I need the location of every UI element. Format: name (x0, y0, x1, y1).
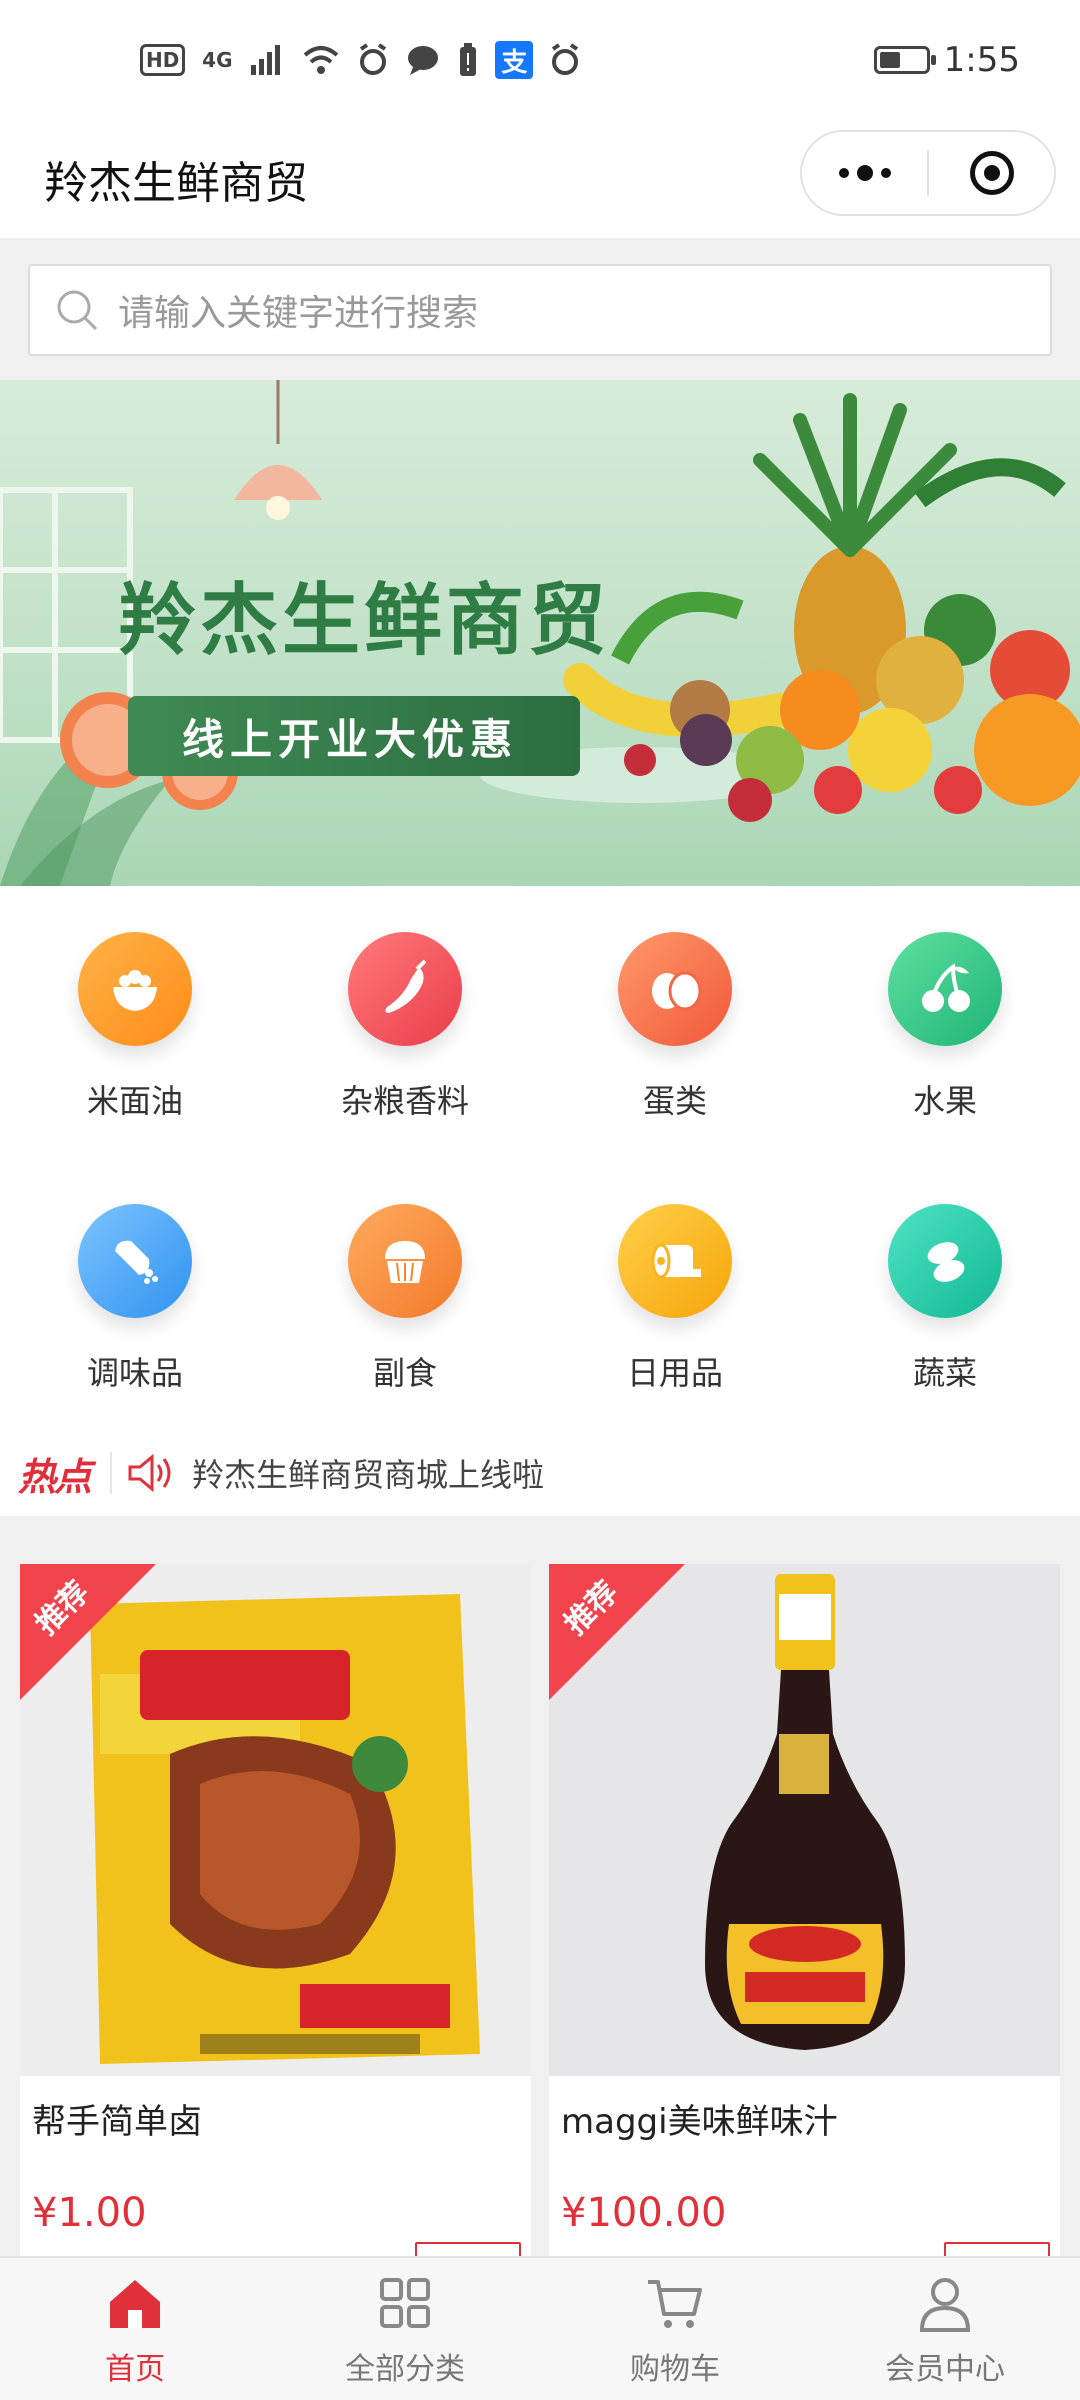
banner-title: 羚杰生鲜商贸 (118, 575, 611, 666)
wifi-icon (304, 46, 339, 74)
hot-notice-text: 羚杰生鲜商贸商城上线啦 (192, 1456, 545, 1494)
more-dots-icon (838, 165, 891, 181)
search-placeholder: 请输入关键字进行搜索 (118, 293, 479, 334)
product-card[interactable]: 推荐 帮手简单卤 ¥1.00 购买 (20, 1564, 531, 2256)
status-right: 1:55 (873, 40, 1020, 80)
product-card[interactable]: 推荐 maggi美味鲜味汁 ¥100.00 购买 (549, 1564, 1060, 2256)
category-icon-circle (888, 1204, 1002, 1318)
tab-label: 购物车 (630, 2352, 720, 2387)
home-icon (110, 2280, 160, 2328)
nav-bar: 羚杰生鲜商贸 (0, 120, 1080, 238)
battery-icon (873, 46, 936, 74)
tab-bar: 首页 全部分类 购物车 会员中心 (0, 2256, 1080, 2400)
tab-home[interactable]: 首页 (0, 2258, 270, 2400)
page-title: 羚杰生鲜商贸 (44, 158, 308, 209)
user-icon (919, 2278, 971, 2332)
app-screen: HD 4G 支 1:55 羚杰生鲜商贸 请输入关键字进行搜索 羚杰生鲜商贸 线上… (0, 0, 1080, 2400)
more-button[interactable] (802, 132, 927, 214)
status-icons: HD 4G 支 (140, 40, 581, 80)
recommend-ribbon (549, 1564, 685, 1700)
category-label: 日用品 (626, 1354, 723, 1392)
hd-icon: HD (140, 44, 186, 76)
product-image: 推荐 (20, 1564, 531, 2076)
buy-button[interactable]: 购买 (415, 2242, 521, 2256)
tab-label: 全部分类 (345, 2352, 465, 2387)
category-label: 米面油 (86, 1082, 183, 1120)
category-icon-circle (618, 1204, 732, 1318)
category-label: 调味品 (86, 1354, 183, 1392)
search-section: 请输入关键字进行搜索 (0, 238, 1080, 380)
category-icon-circle (78, 932, 192, 1046)
category-item[interactable]: 水果 (810, 886, 1080, 1158)
speaker-icon (128, 1453, 171, 1493)
cart-icon (648, 2280, 702, 2328)
search-icon (57, 290, 98, 331)
category-label: 蔬菜 (912, 1354, 977, 1392)
message-icon (408, 46, 439, 75)
product-name: 帮手简单卤 (32, 2102, 202, 2142)
close-miniprogram-button[interactable] (929, 132, 1054, 214)
buy-button[interactable]: 购买 (944, 2242, 1050, 2256)
battery-level (879, 52, 900, 68)
muffin-icon (385, 1241, 425, 1283)
recommend-ribbon (20, 1564, 156, 1700)
category-item[interactable]: 米面油 (0, 886, 270, 1158)
category-item[interactable]: 杂粮香料 (270, 886, 540, 1158)
status-bar: HD 4G 支 1:55 (0, 0, 1080, 120)
category-icon-circle (618, 932, 732, 1046)
miniprogram-capsule (800, 130, 1056, 216)
tab-label: 会员中心 (885, 2352, 1005, 2387)
tab-member-center[interactable]: 会员中心 (810, 2258, 1080, 2400)
tissue-roll-icon (651, 1243, 701, 1279)
battery-alert-icon (460, 43, 477, 76)
category-icon-circle (78, 1204, 192, 1318)
product-name: maggi美味鲜味汁 (561, 2102, 838, 2142)
target-icon (969, 151, 1014, 195)
network-4g-icon: 4G (201, 40, 233, 80)
category-item[interactable]: 调味品 (0, 1158, 270, 1430)
product-list: 推荐 帮手简单卤 ¥1.00 购买 推荐 m (0, 1516, 1080, 2256)
egg-icon (652, 971, 702, 1011)
promo-banner[interactable]: 羚杰生鲜商贸 线上开业大优惠 (0, 380, 1080, 886)
tab-all-categories[interactable]: 全部分类 (270, 2258, 540, 2400)
alipay-icon: 支 (495, 41, 534, 79)
hot-tag: 热点 (18, 1454, 92, 1499)
network-label: 4G (202, 48, 233, 72)
chili-icon (385, 959, 427, 1013)
signal-icon (251, 45, 281, 75)
category-icon-circle (348, 932, 462, 1046)
rice-bowl-icon (113, 970, 157, 1011)
seasoning-icon (115, 1240, 158, 1284)
alarm-icon (552, 43, 579, 75)
product-price: ¥100.00 (561, 2190, 727, 2236)
category-item[interactable]: 蔬菜 (810, 1158, 1080, 1430)
cherry-icon (922, 963, 970, 1012)
product-price: ¥1.00 (32, 2190, 147, 2236)
category-label: 杂粮香料 (340, 1082, 469, 1120)
peanut-icon (927, 1242, 965, 1282)
alarm-icon (360, 43, 387, 75)
clock: 1:55 (943, 40, 1020, 80)
banner-subtitle: 线上开业大优惠 (182, 714, 519, 764)
category-label: 蛋类 (642, 1082, 707, 1120)
search-input[interactable]: 请输入关键字进行搜索 (28, 264, 1052, 356)
category-item[interactable]: 日用品 (540, 1158, 810, 1430)
category-label: 水果 (912, 1082, 977, 1120)
hot-notice-bar[interactable]: 热点 羚杰生鲜商贸商城上线啦 (0, 1430, 1080, 1516)
category-icon-circle (348, 1204, 462, 1318)
category-grid: 米面油 杂粮香料 蛋类 水果 调味品 副食 日用品 蔬菜 (0, 886, 1080, 1430)
product-image: 推荐 (549, 1564, 1060, 2076)
category-icon-circle (888, 932, 1002, 1046)
tab-label: 首页 (105, 2352, 165, 2387)
banner-ribbon: 线上开业大优惠 (128, 696, 580, 776)
category-label: 副食 (372, 1354, 437, 1392)
category-item[interactable]: 副食 (270, 1158, 540, 1430)
grid-icon (380, 2278, 430, 2328)
tab-cart[interactable]: 购物车 (540, 2258, 810, 2400)
category-item[interactable]: 蛋类 (540, 886, 810, 1158)
hot-divider (110, 1452, 113, 1494)
